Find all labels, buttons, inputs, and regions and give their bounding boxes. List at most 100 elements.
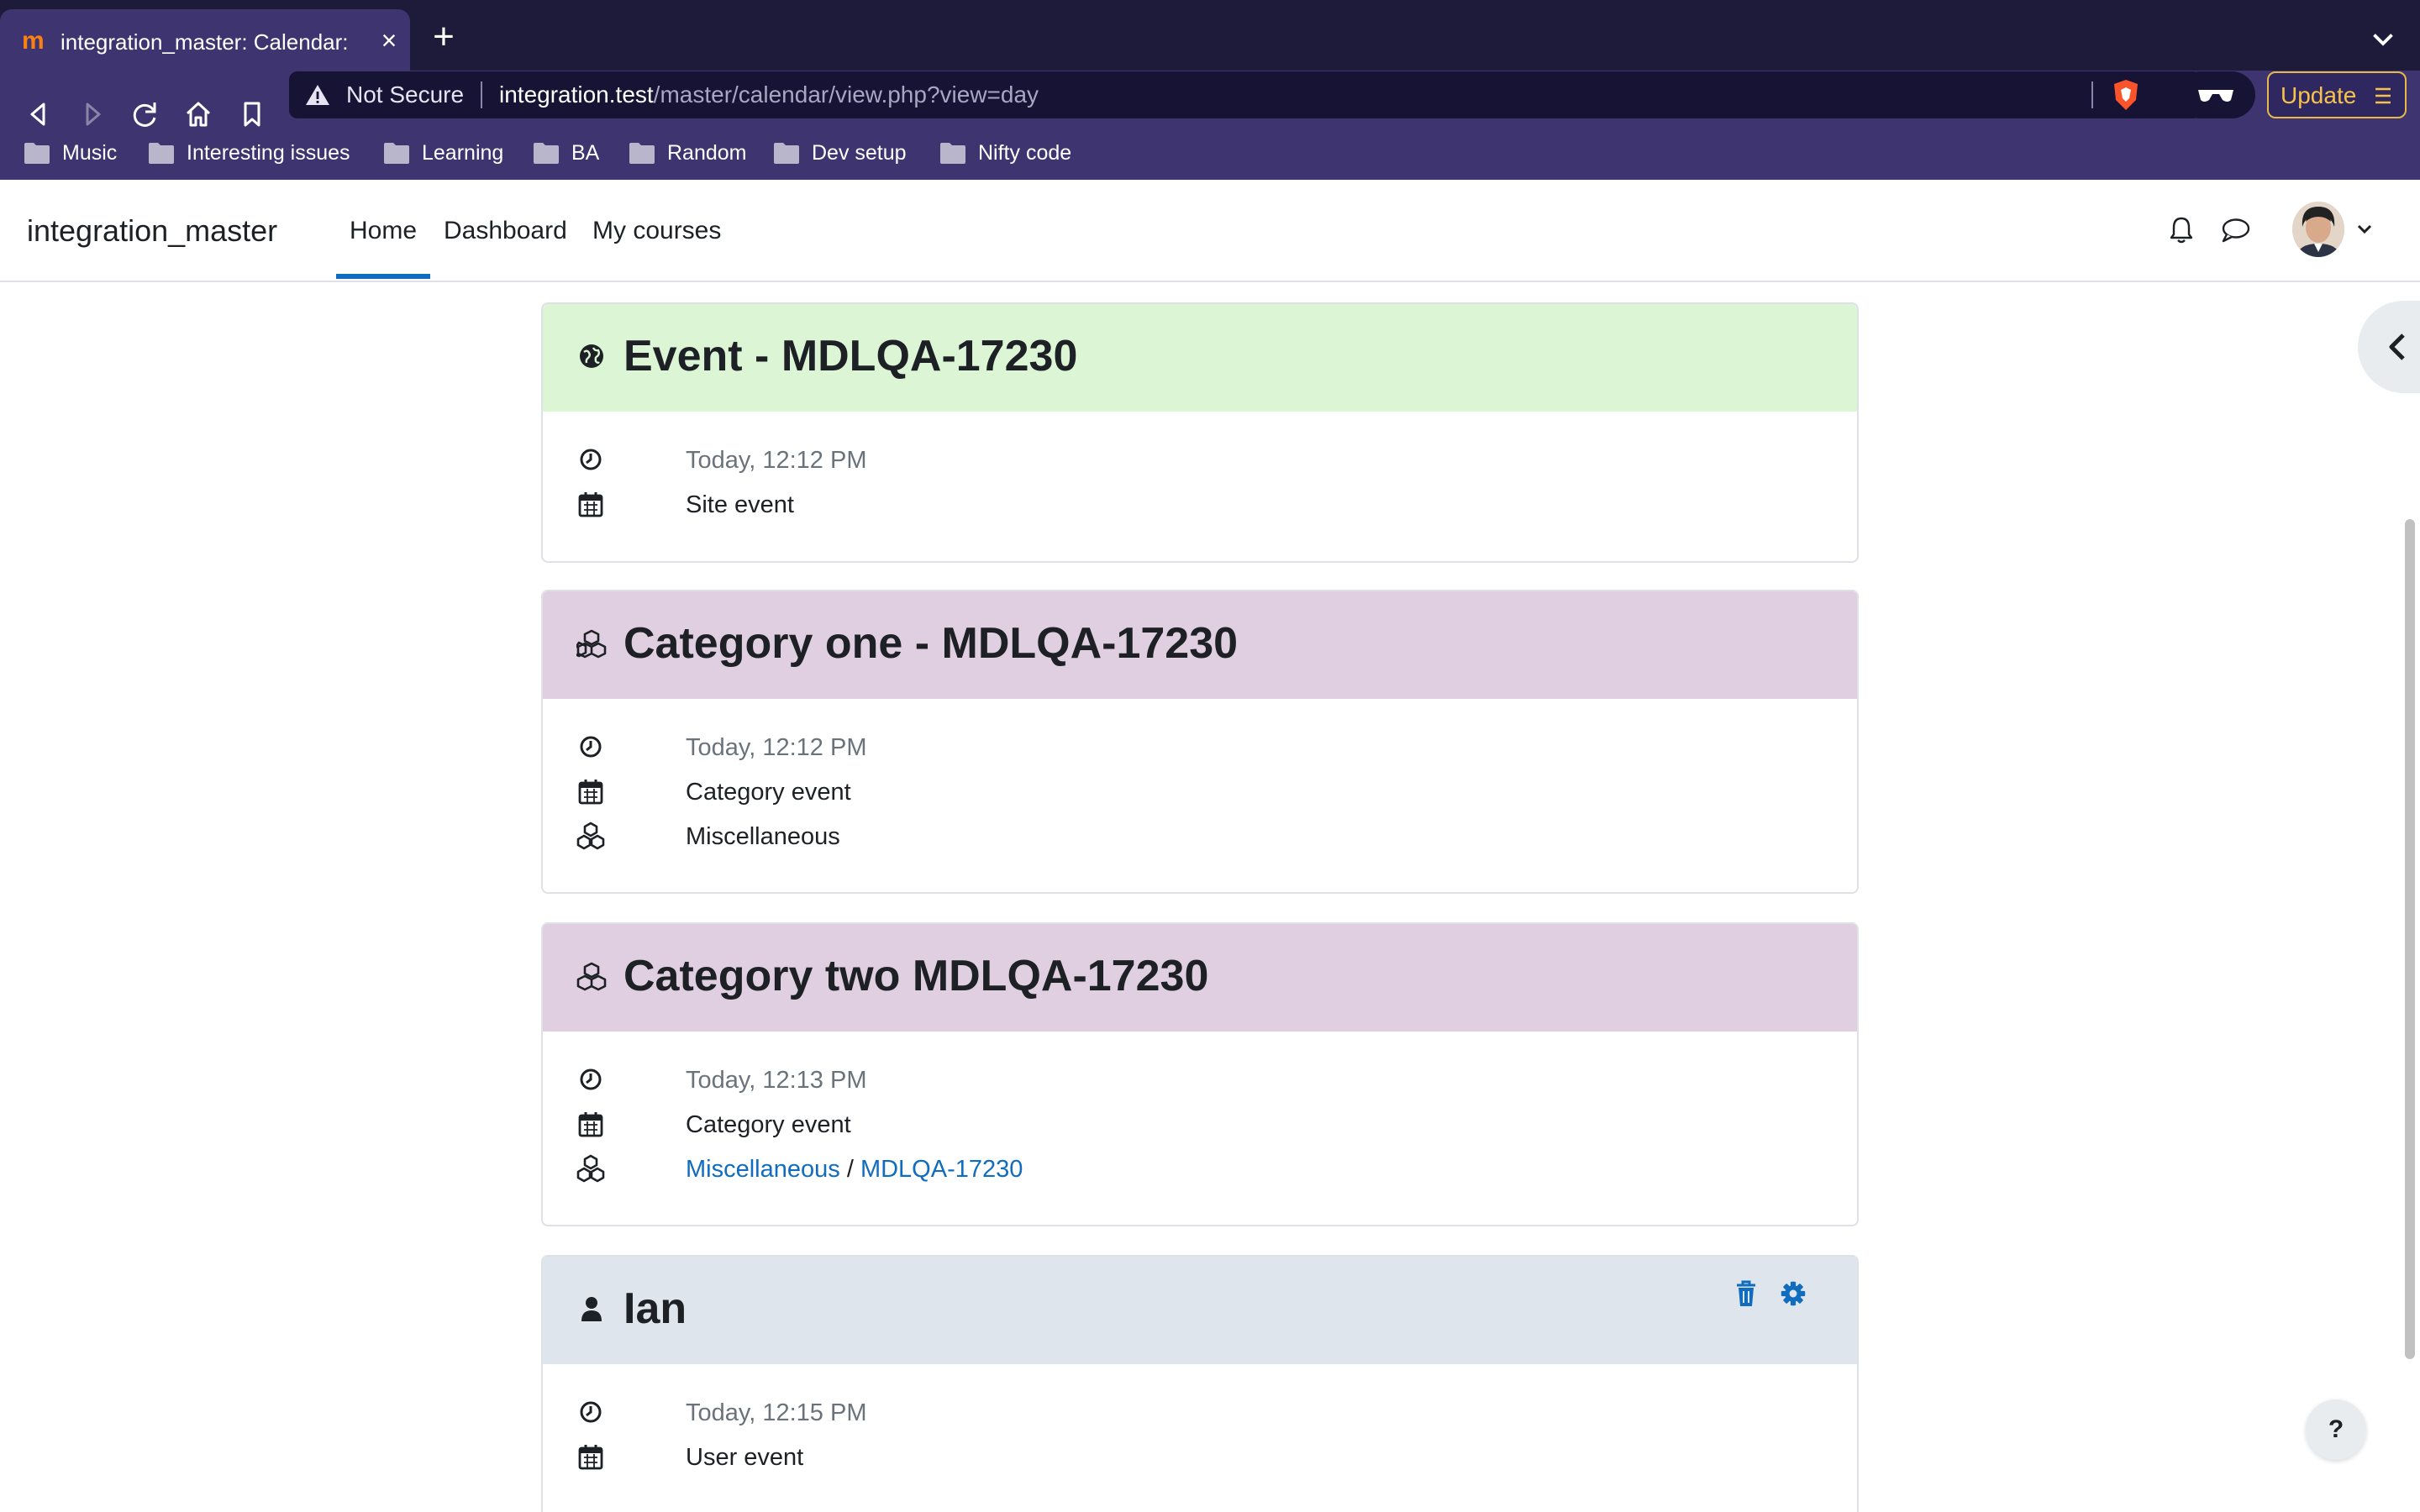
event-type: User event — [686, 1444, 804, 1471]
open-drawer-button[interactable] — [2358, 301, 2420, 393]
folder-icon — [629, 143, 655, 164]
calendar-day-view: Event - MDLQA-17230 Today, 12:12 PM Site… — [0, 282, 2420, 1512]
folder-icon — [774, 143, 799, 164]
folder-icon — [149, 143, 174, 164]
event-title[interactable]: Category one - MDLQA-17230 — [623, 617, 1238, 670]
security-status[interactable]: Not Secure — [346, 80, 464, 110]
cubes-icon — [576, 1154, 605, 1183]
active-nav-indicator — [336, 274, 430, 279]
bookmark-label: Nifty code — [978, 141, 1072, 165]
brave-shield-icon[interactable] — [2111, 78, 2141, 112]
event-card: Ian Today, 12:15 PM User event — [541, 1255, 1859, 1512]
chevron-down-icon[interactable] — [2353, 217, 2376, 240]
event-card: Category two MDLQA-17230 Today, 12:13 PM… — [541, 922, 1859, 1226]
chat-bubble-icon[interactable] — [2218, 213, 2252, 247]
divider — [2091, 81, 2093, 108]
event-category-row: Miscellaneous — [543, 815, 1857, 859]
clock-icon — [580, 1068, 602, 1090]
event-header: Category one - MDLQA-17230 — [543, 591, 1857, 699]
event-time-row: Today, 12:15 PM — [543, 1391, 1857, 1436]
folder-icon — [384, 143, 409, 164]
event-type: Category event — [686, 779, 851, 806]
scrollbar-thumb[interactable] — [2405, 519, 2415, 1359]
clock-icon — [580, 736, 602, 758]
event-card: Category one - MDLQA-17230 Today, 12:12 … — [541, 590, 1859, 894]
event-title[interactable]: Category two MDLQA-17230 — [623, 949, 1208, 1003]
chevron-down-icon[interactable] — [2368, 24, 2398, 54]
bookmark-label: Learning — [422, 141, 504, 165]
calendar-icon — [578, 1112, 603, 1137]
event-actions — [1733, 1278, 1817, 1312]
event-type-row: Category event — [543, 770, 1857, 815]
help-button[interactable]: ? — [2306, 1399, 2366, 1460]
bookmark-label: Interesting issues — [187, 141, 350, 165]
folder-icon — [24, 143, 50, 164]
update-button[interactable]: Update — [2267, 71, 2407, 118]
moodle-favicon-icon: m — [22, 27, 45, 55]
site-navbar: integration_master Home Dashboard My cou… — [0, 180, 2420, 282]
folder-icon — [940, 143, 965, 164]
bell-icon[interactable] — [2165, 213, 2198, 247]
warning-icon — [306, 85, 329, 105]
clock-icon — [580, 449, 602, 470]
cubes-icon — [576, 629, 607, 659]
trash-icon[interactable] — [1733, 1278, 1760, 1309]
nav-item-dashboard[interactable]: Dashboard — [444, 210, 567, 252]
event-type-row: Category event — [543, 1103, 1857, 1147]
folder-icon — [534, 143, 559, 164]
calendar-icon — [578, 1445, 603, 1470]
tab-title: integration_master: Calendar: D — [60, 29, 355, 55]
event-time: Today, 12:15 PM — [686, 1399, 867, 1426]
user-icon — [581, 1297, 602, 1321]
event-header: Ian — [543, 1257, 1857, 1364]
bookmarks-bar: Music Interesting issues Learning BA Ran… — [0, 128, 2420, 180]
browser-tab-strip: m integration_master: Calendar: D × + — [0, 0, 2420, 71]
nav-item-my-courses[interactable]: My courses — [592, 210, 721, 252]
category-link[interactable]: Miscellaneous — [686, 818, 840, 855]
breadcrumb-separator: / — [846, 1156, 854, 1183]
event-title[interactable]: Ian — [623, 1282, 687, 1336]
chevron-left-icon — [2389, 333, 2405, 360]
browser-tab[interactable]: m integration_master: Calendar: D × — [0, 9, 410, 71]
rewards-button[interactable] — [2176, 71, 2255, 118]
event-header: Event - MDLQA-17230 — [543, 304, 1857, 412]
url-text[interactable]: integration.test/master/calendar/view.ph… — [499, 80, 1039, 110]
bookmark-label: BA — [571, 141, 600, 165]
avatar-image — [2292, 202, 2344, 257]
event-header: Category two MDLQA-17230 — [543, 924, 1857, 1032]
subcategory-link[interactable]: MDLQA-17230 — [860, 1156, 1023, 1183]
divider — [481, 81, 482, 108]
category-link[interactable]: Miscellaneous — [686, 1156, 840, 1183]
url-path: /master/calendar/view.php?view=day — [653, 81, 1039, 108]
update-label: Update — [2281, 82, 2357, 108]
menu-icon — [2375, 87, 2391, 104]
calendar-icon — [578, 780, 603, 805]
event-type: Site event — [686, 491, 794, 518]
event-type-row: Site event — [543, 483, 1857, 528]
event-time-row: Today, 12:12 PM — [543, 438, 1857, 483]
category-breadcrumb: Miscellaneous / MDLQA-17230 — [686, 1151, 1023, 1188]
event-title[interactable]: Event - MDLQA-17230 — [623, 329, 1077, 383]
new-tab-button[interactable]: + — [429, 18, 459, 55]
event-type-row: User event — [543, 1436, 1857, 1480]
cubes-icon — [576, 822, 605, 850]
event-category-row: Miscellaneous / MDLQA-17230 — [543, 1147, 1857, 1192]
user-avatar[interactable] — [2292, 202, 2344, 257]
calendar-icon — [578, 492, 603, 517]
event-card: Event - MDLQA-17230 Today, 12:12 PM Site… — [541, 302, 1859, 563]
event-time: Today, 12:12 PM — [686, 447, 867, 474]
url-host: integration.test — [499, 81, 654, 108]
event-time-row: Today, 12:12 PM — [543, 726, 1857, 770]
site-name[interactable]: integration_master — [27, 210, 277, 252]
bookmark-label: Random — [667, 141, 747, 165]
gear-icon[interactable] — [1780, 1278, 1807, 1309]
event-time-row: Today, 12:13 PM — [543, 1058, 1857, 1103]
nav-item-home[interactable]: Home — [350, 210, 417, 252]
clock-icon — [580, 1401, 602, 1423]
address-bar[interactable]: Not Secure integration.test/master/calen… — [289, 71, 2202, 118]
close-tab-icon[interactable]: × — [376, 26, 402, 55]
globe-icon — [580, 344, 603, 368]
cubes-icon — [576, 962, 607, 991]
sunglasses-icon — [2198, 90, 2233, 102]
bookmark-label: Dev setup — [812, 141, 907, 165]
